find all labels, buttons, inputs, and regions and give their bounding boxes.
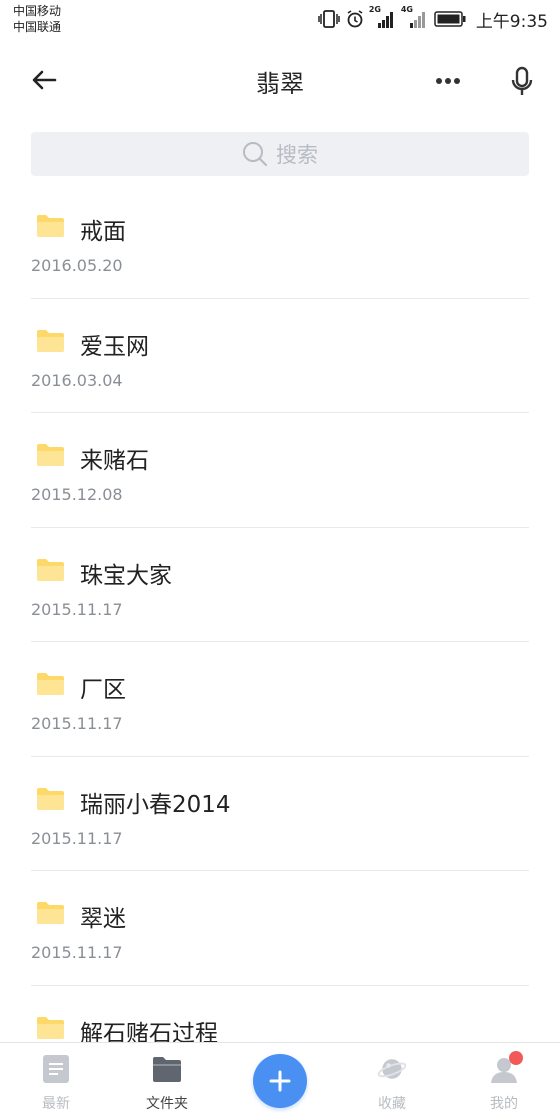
folder-date: 2016.03.04 xyxy=(31,370,123,390)
folder-date: 2015.11.17 xyxy=(31,599,123,619)
folder-name: 翠迷 xyxy=(80,906,126,932)
folder-icon xyxy=(37,902,64,924)
search-icon xyxy=(243,142,268,167)
folder-name: 解石赌石过程 xyxy=(80,1020,218,1043)
search-placeholder: 搜索 xyxy=(276,143,318,167)
folder-icon xyxy=(37,444,64,466)
list-item-folder[interactable]: 爱玉网 2016.03.04 xyxy=(0,299,560,413)
search-input[interactable]: 搜索 xyxy=(31,132,529,176)
list-item-folder[interactable]: 来赌石 2015.12.08 xyxy=(0,413,560,528)
tab-favorites-label: 收藏 xyxy=(378,1096,406,1112)
net-1-label: 2G xyxy=(368,5,381,14)
folder-name: 瑞丽小春2014 xyxy=(80,791,231,818)
folder-icon xyxy=(37,787,64,810)
folder-list: 戒面 2016.05.20 爱玉网 2016.03.04 来赌石 2015.12… xyxy=(0,184,560,1042)
signal-4g-icon: 4G xyxy=(401,5,428,29)
list-item-folder[interactable]: 戒面 2016.05.20 xyxy=(0,184,560,299)
folder-name: 爱玉网 xyxy=(80,333,149,360)
signal-2g-icon: 2G xyxy=(369,5,396,29)
add-button[interactable] xyxy=(253,1054,307,1108)
folder-name: 戒面 xyxy=(80,219,126,245)
folder-tab-icon xyxy=(152,1053,182,1085)
folder-name: 来赌石 xyxy=(80,448,149,474)
planet-icon xyxy=(377,1053,407,1085)
plus-icon xyxy=(269,1070,291,1092)
net-2-label: 4G xyxy=(400,5,413,14)
bottom-tab-bar: 最新 文件夹 收藏 我的 xyxy=(0,1042,560,1120)
folder-date: 2015.11.17 xyxy=(31,943,123,962)
vibrate-icon xyxy=(318,10,340,28)
tab-mine-label: 我的 xyxy=(490,1096,518,1112)
folder-icon xyxy=(37,329,64,352)
folder-icon xyxy=(37,558,64,581)
tab-mine[interactable]: 我的 xyxy=(459,1043,549,1120)
microphone-icon xyxy=(511,66,533,95)
folder-date: 2016.05.20 xyxy=(31,256,123,275)
tab-folders[interactable]: 文件夹 xyxy=(122,1043,212,1120)
tab-folders-label: 文件夹 xyxy=(146,1096,188,1112)
list-item-folder[interactable]: 翠迷 2015.11.17 xyxy=(0,871,560,986)
folder-name: 厂区 xyxy=(80,677,126,703)
more-button[interactable] xyxy=(428,66,468,96)
folder-date: 2015.11.17 xyxy=(31,828,123,848)
folder-icon xyxy=(37,673,64,695)
status-indicators: 2G 4G 上午9:35 xyxy=(318,5,548,32)
alarm-icon xyxy=(346,10,364,28)
folder-icon xyxy=(37,1016,64,1039)
voice-button[interactable] xyxy=(504,62,540,102)
list-item-folder[interactable]: 厂区 2015.11.17 xyxy=(0,642,560,757)
more-dots-icon xyxy=(436,78,460,84)
tab-favorites[interactable]: 收藏 xyxy=(347,1043,437,1120)
notification-badge xyxy=(509,1051,523,1065)
page-title: 翡翠 xyxy=(256,70,304,98)
status-time: 上午9:35 xyxy=(475,11,548,32)
list-item-folder[interactable]: 解石赌石过程 xyxy=(0,986,560,1043)
battery-icon xyxy=(434,11,466,27)
document-icon xyxy=(41,1053,71,1085)
carrier-1: 中国移动 xyxy=(13,4,62,18)
tab-recent-label: 最新 xyxy=(42,1096,70,1112)
folder-date: 2015.11.17 xyxy=(31,714,123,733)
status-bar: 中国移动 中国联通 2G 4G 上午9:35 xyxy=(0,0,560,40)
folder-date: 2015.12.08 xyxy=(31,485,123,504)
list-item-folder[interactable]: 珠宝大家 2015.11.17 xyxy=(0,528,560,642)
folder-icon xyxy=(37,215,64,237)
folder-name: 珠宝大家 xyxy=(80,562,172,589)
carrier-labels: 中国移动 中国联通 xyxy=(13,3,61,35)
carrier-2: 中国联通 xyxy=(13,20,62,34)
nav-bar: 翡翠 xyxy=(0,40,560,124)
tab-recent[interactable]: 最新 xyxy=(11,1043,101,1120)
list-item-folder[interactable]: 瑞丽小春2014 2015.11.17 xyxy=(0,757,560,871)
